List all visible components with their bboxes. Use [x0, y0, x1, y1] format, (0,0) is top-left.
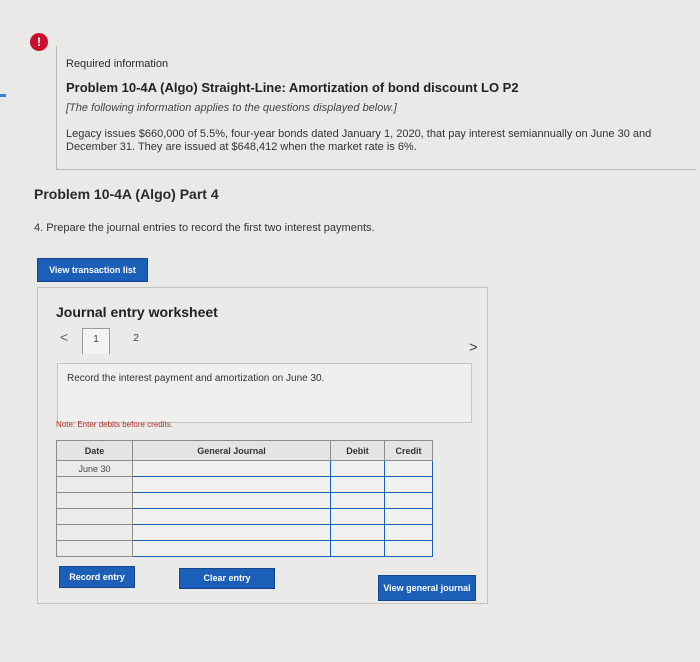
- credit-input[interactable]: [384, 540, 433, 557]
- date-cell: [56, 476, 133, 493]
- worksheet-title: Journal entry worksheet: [56, 304, 218, 320]
- part-title: Problem 10-4A (Algo) Part 4: [34, 186, 219, 202]
- entry-description: Record the interest payment and amortiza…: [67, 373, 325, 384]
- debit-input[interactable]: [330, 492, 385, 509]
- debit-input[interactable]: [330, 476, 385, 493]
- account-column-header: General Journal: [132, 440, 331, 461]
- credit-input[interactable]: [384, 476, 433, 493]
- clear-entry-button[interactable]: Clear entry: [179, 568, 275, 589]
- table-row: [56, 492, 433, 509]
- entry-description-box: Record the interest payment and amortiza…: [57, 363, 472, 423]
- side-marker: [0, 94, 6, 97]
- required-info-label: Required information: [66, 58, 169, 70]
- credit-column-header: Credit: [384, 440, 433, 461]
- journal-table: Date General Journal Debit Credit June 3…: [56, 440, 433, 557]
- debit-input[interactable]: [330, 540, 385, 557]
- credit-input[interactable]: [384, 508, 433, 525]
- record-entry-button[interactable]: Record entry: [59, 566, 135, 588]
- required-info-panel: Required information Problem 10-4A (Algo…: [56, 46, 696, 170]
- page-tab-1[interactable]: 1: [82, 328, 110, 354]
- credit-input[interactable]: [384, 492, 433, 509]
- credit-input[interactable]: [384, 524, 433, 541]
- date-cell: June 30: [56, 460, 133, 477]
- table-row: [56, 524, 433, 541]
- account-input[interactable]: [132, 508, 331, 525]
- account-input[interactable]: [132, 476, 331, 493]
- credit-input[interactable]: [384, 460, 433, 477]
- problem-note: [The following information applies to th…: [66, 102, 397, 114]
- account-input[interactable]: [132, 492, 331, 509]
- account-input[interactable]: [132, 540, 331, 557]
- next-arrow-icon[interactable]: >: [469, 339, 478, 356]
- date-cell: [56, 540, 133, 557]
- debit-input[interactable]: [330, 460, 385, 477]
- part-instruction: 4. Prepare the journal entries to record…: [34, 222, 375, 234]
- table-row: [56, 508, 433, 525]
- debit-input[interactable]: [330, 508, 385, 525]
- date-cell: [56, 508, 133, 525]
- table-row: [56, 540, 433, 557]
- view-transaction-list-button[interactable]: View transaction list: [37, 258, 148, 282]
- entry-note: Note: Enter debits before credits.: [56, 420, 173, 429]
- journal-entry-worksheet: Journal entry worksheet < 1 2 > Record t…: [37, 287, 488, 604]
- date-cell: [56, 524, 133, 541]
- date-column-header: Date: [56, 440, 133, 461]
- prev-arrow-icon[interactable]: <: [60, 329, 68, 345]
- date-cell: [56, 492, 133, 509]
- debit-input[interactable]: [330, 524, 385, 541]
- account-input[interactable]: [132, 460, 331, 477]
- table-row: [56, 476, 433, 493]
- alert-icon: !: [30, 33, 48, 51]
- table-row: June 30: [56, 460, 433, 477]
- problem-title: Problem 10-4A (Algo) Straight-Line: Amor…: [66, 80, 519, 95]
- journal-header-row: Date General Journal Debit Credit: [56, 440, 433, 461]
- view-general-journal-button[interactable]: View general journal: [378, 575, 476, 601]
- problem-description: Legacy issues $660,000 of 5.5%, four-yea…: [66, 128, 652, 153]
- account-input[interactable]: [132, 524, 331, 541]
- page-tab-2[interactable]: 2: [122, 328, 150, 352]
- debit-column-header: Debit: [330, 440, 385, 461]
